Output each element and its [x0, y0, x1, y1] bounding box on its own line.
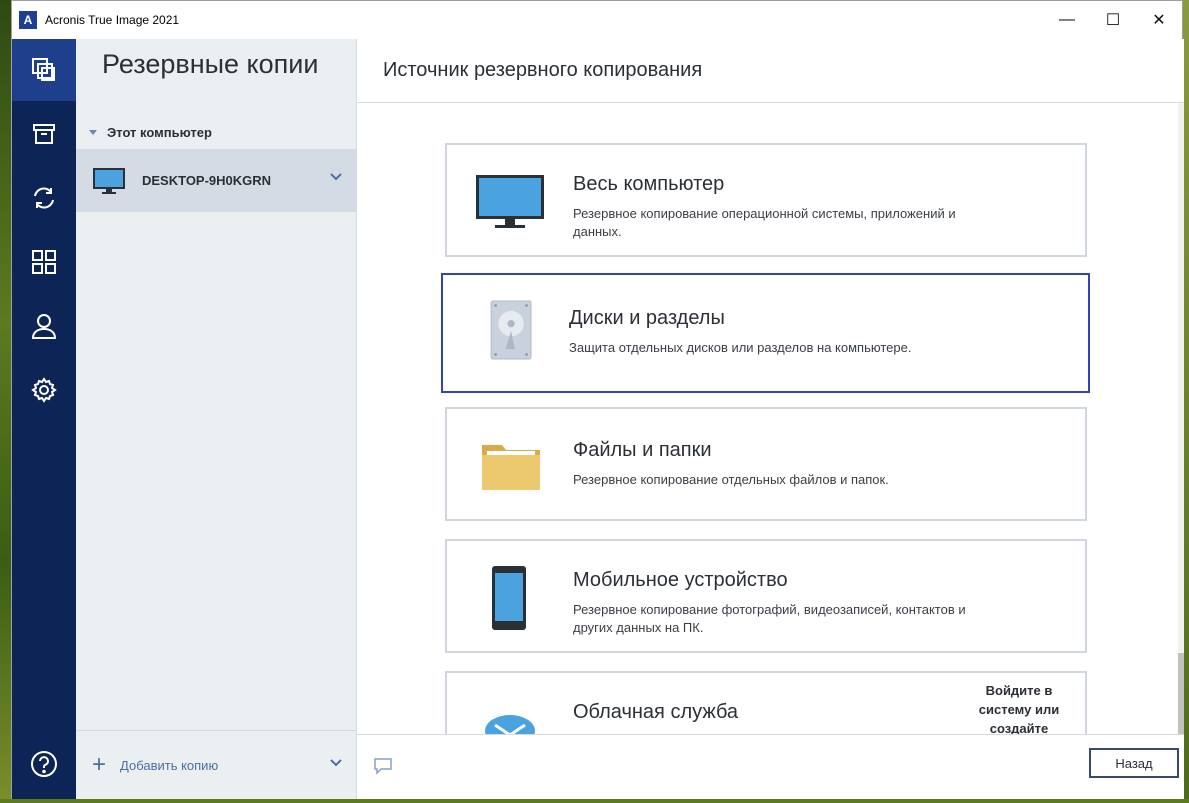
source-card-entire-pc[interactable]: Весь компьютер Резервное копирование опе… [445, 143, 1087, 257]
nav-item-help[interactable] [12, 733, 76, 795]
app-window: A Acronis True Image 2021 — ☐ ✕ Резервны… [11, 0, 1184, 799]
nav-item-sync[interactable] [12, 167, 76, 229]
scrollbar[interactable] [1178, 103, 1184, 735]
nav-item-settings[interactable] [12, 359, 76, 421]
main-header: Источник резервного копирования [357, 39, 1184, 103]
page-title: Источник резервного копирования [383, 59, 703, 81]
minimize-button[interactable]: — [1044, 1, 1090, 39]
card-title: Диски и разделы [569, 307, 725, 329]
account-icon [31, 314, 57, 339]
help-icon [31, 751, 57, 777]
window-controls: — ☐ ✕ [1044, 1, 1182, 39]
sync-icon [34, 187, 54, 209]
footer-bar: Назад [357, 734, 1184, 799]
close-button[interactable]: ✕ [1136, 1, 1182, 39]
card-title: Файлы и папки [573, 439, 712, 461]
card-description: Резервное копирование отдельных файлов и… [573, 472, 889, 487]
maximize-button[interactable]: ☐ [1090, 1, 1136, 39]
backups-sidebar: Резервные копии Этот компьютер DESKTOP-9… [76, 39, 357, 799]
nav-item-account[interactable] [12, 295, 76, 357]
plus-icon[interactable]: + [92, 753, 106, 777]
source-card-disks[interactable]: Диски и разделы Защита отдельных дисков … [441, 273, 1090, 393]
feedback-chat-icon[interactable] [373, 757, 393, 775]
desktop-background [0, 0, 11, 803]
card-description: Резервное копирование фотографий, видеоз… [573, 602, 966, 635]
collapse-triangle-icon [89, 130, 97, 135]
sidebar-item-label: DESKTOP-9H0KGRN [142, 173, 272, 188]
source-card-mobile[interactable]: Мобильное устройство Резервное копирован… [445, 539, 1087, 653]
nav-item-tools[interactable] [12, 231, 76, 293]
tools-grid-icon [32, 250, 56, 274]
sidebar-item-desktop[interactable]: DESKTOP-9H0KGRN [76, 149, 356, 212]
chevron-down-icon[interactable] [330, 173, 342, 181]
archive-icon [33, 124, 55, 144]
title-bar: A Acronis True Image 2021 — ☐ ✕ [12, 1, 1182, 39]
nav-item-archive[interactable] [12, 103, 76, 165]
backup-copies-icon [32, 58, 55, 81]
smartphone-icon [492, 566, 526, 630]
card-title: Весь компьютер [573, 173, 725, 195]
card-description: Резервное копирование операционной систе… [573, 206, 956, 239]
card-title: Мобильное устройство [573, 569, 788, 591]
scrollbar-thumb[interactable] [1178, 653, 1184, 735]
nav-item-backup[interactable] [12, 39, 76, 101]
cloud-service-icon [485, 715, 535, 735]
group-this-computer[interactable]: Этот компьютер [89, 125, 212, 140]
desktop-background-bottom [0, 799, 1189, 803]
add-backup-button[interactable]: Добавить копию [120, 758, 218, 773]
source-list: Весь компьютер Резервное копирование опе… [357, 103, 1184, 735]
source-card-files[interactable]: Файлы и папки Резервное копирование отде… [445, 407, 1087, 521]
settings-gear-icon [31, 377, 57, 403]
card-description: Защита отдельных дисков или разделов на … [569, 340, 912, 355]
source-card-cloud-service[interactable]: Облачная служба Войдите в систему или со… [445, 671, 1087, 735]
card-title: Облачная служба [573, 701, 739, 723]
add-backup-bar: + Добавить копию [76, 730, 356, 799]
hard-drive-icon [490, 300, 532, 360]
nav-rail [12, 39, 76, 799]
back-button[interactable]: Назад [1089, 748, 1179, 778]
monitor-icon [93, 167, 125, 194]
group-label: Этот компьютер [107, 125, 212, 140]
main-panel: Источник резервного копирования Весь ком… [357, 39, 1184, 799]
sign-in-prompt[interactable]: Войдите в систему или создайте [969, 681, 1069, 735]
sidebar-title: Резервные копии [102, 49, 319, 79]
monitor-icon [476, 175, 544, 228]
window-title: Acronis True Image 2021 [45, 13, 180, 27]
acronis-logo-icon: A [19, 11, 37, 29]
chevron-down-icon[interactable] [330, 759, 342, 767]
folder-icon [482, 445, 540, 490]
